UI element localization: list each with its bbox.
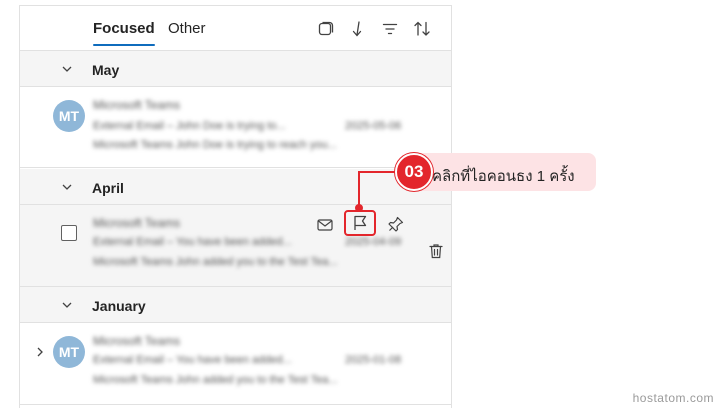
group-label: January	[92, 298, 146, 314]
step-number-badge: 03	[395, 153, 433, 191]
message-date: 2025-04-09	[345, 236, 402, 248]
callout-connector	[358, 172, 360, 207]
delete-icon[interactable]	[426, 241, 446, 261]
chevron-right-icon[interactable]	[35, 346, 45, 358]
chevron-down-icon[interactable]	[61, 64, 73, 74]
active-tab-underline	[93, 44, 155, 46]
group-header-may[interactable]: May	[20, 51, 451, 87]
message-subject: External Email – John Doe is trying to..…	[93, 120, 286, 132]
message-date: 2025-05-06	[345, 120, 402, 132]
sort-icon[interactable]	[412, 19, 432, 39]
jump-down-icon[interactable]	[348, 19, 368, 39]
message-sender: Microsoft Teams	[93, 216, 181, 230]
inbox-tabs-bar: Focused Other	[20, 6, 451, 51]
pin-icon[interactable]	[386, 214, 406, 234]
message-row[interactable]: MT Microsoft Teams External Email – You …	[20, 323, 451, 405]
callout-pointer-dot	[355, 204, 363, 212]
avatar: MT	[53, 100, 85, 132]
message-subject: External Email – You have been added...	[93, 354, 292, 366]
message-date: 2025-01-08	[345, 354, 402, 366]
group-header-april[interactable]: April	[20, 169, 451, 205]
tab-focused[interactable]: Focused	[93, 20, 155, 46]
filter-icon[interactable]	[380, 19, 400, 39]
message-row[interactable]: MT Microsoft Teams External Email – John…	[20, 87, 451, 168]
message-preview: Microsoft Teams John added you to the Te…	[93, 374, 338, 386]
tab-other[interactable]: Other	[168, 20, 206, 37]
group-label: May	[92, 62, 120, 78]
flag-highlight-box	[344, 210, 376, 236]
chevron-down-icon[interactable]	[61, 300, 73, 310]
group-label: April	[92, 180, 124, 196]
message-row-selected[interactable]: Microsoft Teams External Email – You hav…	[20, 205, 451, 287]
message-preview: Microsoft Teams John Doe is trying to re…	[93, 139, 337, 151]
select-mode-icon[interactable]	[316, 19, 336, 39]
callout-text: คลิกที่ไอคอนธง 1 ครั้ง	[432, 168, 575, 185]
select-checkbox[interactable]	[61, 225, 77, 241]
message-subject: External Email – You have been added...	[93, 236, 292, 248]
tab-other-label: Other	[168, 20, 206, 37]
chevron-down-icon[interactable]	[61, 182, 73, 192]
avatar: MT	[53, 336, 85, 368]
message-preview: Microsoft Teams John added you to the Te…	[93, 256, 338, 268]
group-header-january[interactable]: January	[20, 287, 451, 323]
message-list-panel: Focused Other May MT Microsoft Teams Ext…	[19, 5, 452, 408]
watermark: hostatom.com	[632, 391, 714, 405]
mark-as-read-icon[interactable]	[315, 215, 335, 235]
tab-focused-label: Focused	[93, 20, 155, 37]
message-sender: Microsoft Teams	[93, 334, 181, 348]
message-sender: Microsoft Teams	[93, 98, 181, 112]
